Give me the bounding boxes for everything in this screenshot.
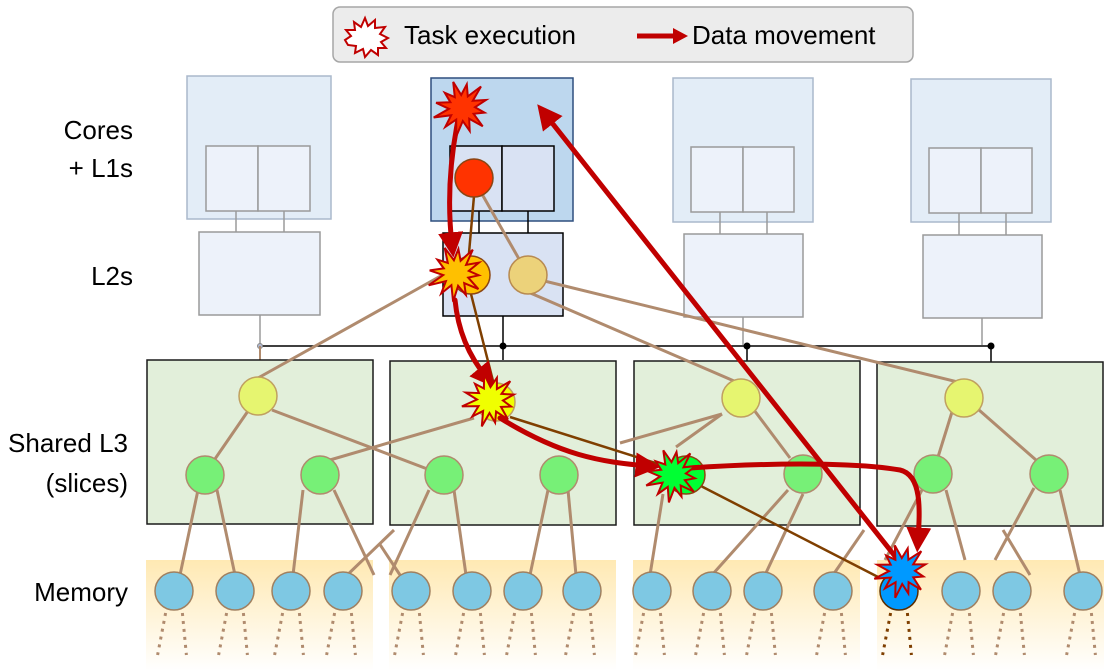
core-tile-0 — [186, 75, 332, 345]
l3-root-node — [944, 378, 984, 418]
l3-leaf-node — [1029, 454, 1069, 494]
memory-node — [813, 571, 853, 611]
row-label-l1s: + L1s — [69, 153, 133, 183]
memory-node — [323, 571, 363, 611]
memory-node — [743, 571, 783, 611]
interconnect-bus — [257, 342, 995, 362]
legend: Task execution Data movement — [332, 6, 914, 63]
l2-node — [508, 255, 548, 295]
legend-task-execution: Task execution — [404, 20, 576, 50]
l1-cache-box — [205, 145, 259, 212]
l3-root-node — [238, 376, 278, 416]
l3-leaf-node — [185, 455, 225, 495]
l3-leaf-node — [913, 454, 953, 494]
memory-node — [452, 571, 492, 611]
l1-node-active — [454, 158, 494, 198]
row-label-shared-l3: Shared L3 — [8, 428, 128, 458]
l3-slice — [876, 361, 1104, 527]
l2-cache-box — [683, 233, 804, 318]
memory-node — [215, 571, 255, 611]
row-label-memory: Memory — [34, 577, 128, 607]
memory-node — [503, 571, 543, 611]
row-label-cores: Cores — [64, 115, 133, 145]
memory-nodes — [154, 571, 1103, 611]
l3-leaf-node — [424, 455, 464, 495]
memory-node — [941, 571, 981, 611]
l3-leaf-node — [539, 455, 579, 495]
l3-leaf-node — [300, 455, 340, 495]
l1-cache-box — [257, 145, 311, 212]
l2-cache-box — [922, 234, 1043, 319]
legend-data-movement: Data movement — [692, 20, 876, 50]
memory-node — [391, 571, 431, 611]
memory-node — [271, 571, 311, 611]
l3-leaf-nodes — [185, 454, 1069, 495]
memory-node — [154, 571, 194, 611]
l1-cache-box — [928, 147, 982, 214]
memory-node — [562, 571, 602, 611]
core-tile-3 — [910, 78, 1052, 345]
l2-cache-box — [198, 231, 321, 316]
l3-root-node — [721, 378, 761, 418]
row-label-l2s: L2s — [91, 261, 133, 291]
l1-cache-box — [690, 146, 744, 213]
memory-node — [992, 571, 1032, 611]
l1-cache-box — [742, 146, 795, 213]
cache-hierarchy-diagram: Task execution Data movement Cores + L1s… — [8, 6, 1104, 671]
l1-cache-box — [980, 147, 1033, 214]
memory-node — [692, 571, 732, 611]
row-label-slices: (slices) — [46, 468, 128, 498]
memory-node — [632, 571, 672, 611]
l1-cache-box — [501, 145, 555, 212]
memory-node — [1063, 571, 1103, 611]
